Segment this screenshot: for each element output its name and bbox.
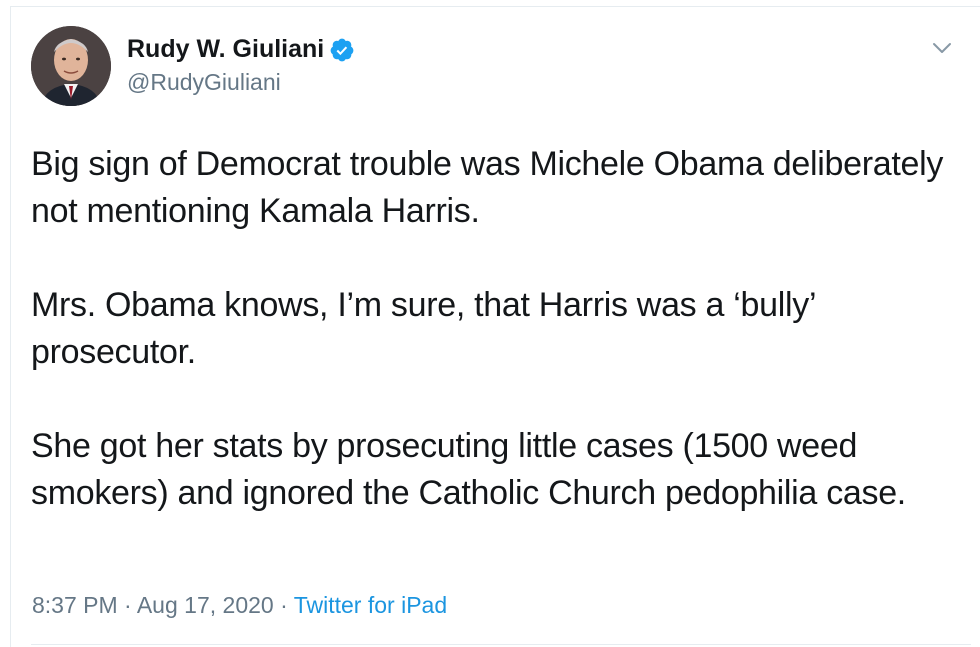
verified-badge-icon <box>329 37 355 63</box>
divider <box>31 644 971 645</box>
tweet-source-link[interactable]: Twitter for iPad <box>294 592 447 618</box>
author-handle[interactable]: @RudyGiuliani <box>127 69 281 96</box>
tweet-time[interactable]: 8:37 PM <box>32 592 118 618</box>
meta-separator: · <box>280 592 288 618</box>
author-avatar[interactable] <box>31 26 111 106</box>
author-name[interactable]: Rudy W. Giuliani <box>127 35 324 64</box>
tweet-text: Big sign of Democrat trouble was Michele… <box>31 141 971 517</box>
meta-separator: · <box>124 592 132 618</box>
tweet-paragraph: Big sign of Democrat trouble was Michele… <box>31 145 944 230</box>
tweet-date[interactable]: Aug 17, 2020 <box>137 592 274 618</box>
tweet-paragraph: Mrs. Obama knows, I’m sure, that Harris … <box>31 286 815 371</box>
chevron-down-icon[interactable] <box>931 37 953 59</box>
tweet-metadata: 8:37 PM · Aug 17, 2020 · Twitter for iPa… <box>32 592 447 619</box>
avatar-photo <box>31 26 111 106</box>
tweet-card: Rudy W. Giuliani @RudyGiuliani Big sign … <box>10 6 980 647</box>
tweet-paragraph: She got her stats by prosecuting little … <box>31 427 906 512</box>
author-name-row[interactable]: Rudy W. Giuliani <box>127 35 355 64</box>
